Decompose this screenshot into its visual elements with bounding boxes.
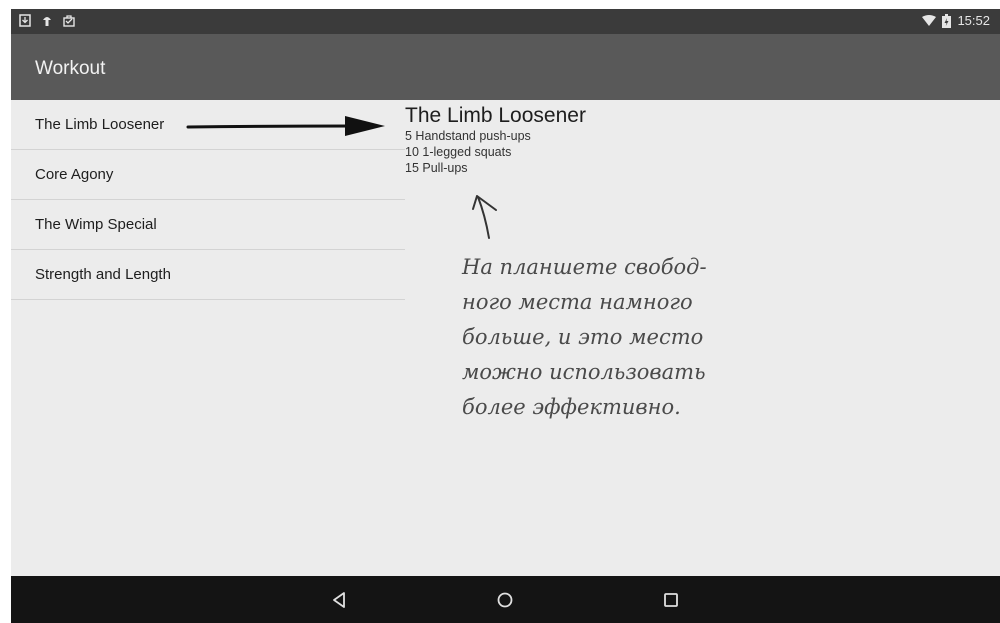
navigation-bar — [11, 576, 1000, 623]
wifi-icon — [922, 14, 937, 26]
battery-icon — [942, 13, 952, 28]
android-icon — [43, 17, 51, 26]
status-time: 15:52 — [957, 13, 990, 28]
list-item[interactable]: Strength and Length — [11, 250, 405, 300]
briefcase-icon — [63, 15, 75, 27]
app-title: Workout — [35, 58, 106, 79]
home-icon[interactable] — [493, 588, 517, 612]
list-item[interactable]: Core Agony — [11, 150, 405, 200]
app-bar: Workout — [11, 34, 1000, 100]
annotation-note: На планшете свобод- ного места намного б… — [462, 255, 707, 419]
list-item[interactable]: The Limb Loosener — [11, 100, 405, 150]
download-icon — [19, 14, 31, 27]
exercise-line: 15 Pull-ups — [405, 161, 468, 175]
list-item[interactable]: The Wimp Special — [11, 200, 405, 250]
workout-detail: The Limb Loosener 5 Handstand push-ups 1… — [405, 104, 586, 176]
workout-list: The Limb Loosener Core Agony The Wimp Sp… — [11, 100, 405, 300]
recents-icon[interactable] — [659, 588, 683, 612]
status-bar: 15:52 — [11, 9, 1000, 34]
back-icon[interactable] — [327, 588, 351, 612]
exercise-line: 10 1-legged squats — [405, 145, 512, 159]
detail-title: The Limb Loosener — [405, 104, 586, 127]
exercise-line: 5 Handstand push-ups — [405, 129, 531, 143]
